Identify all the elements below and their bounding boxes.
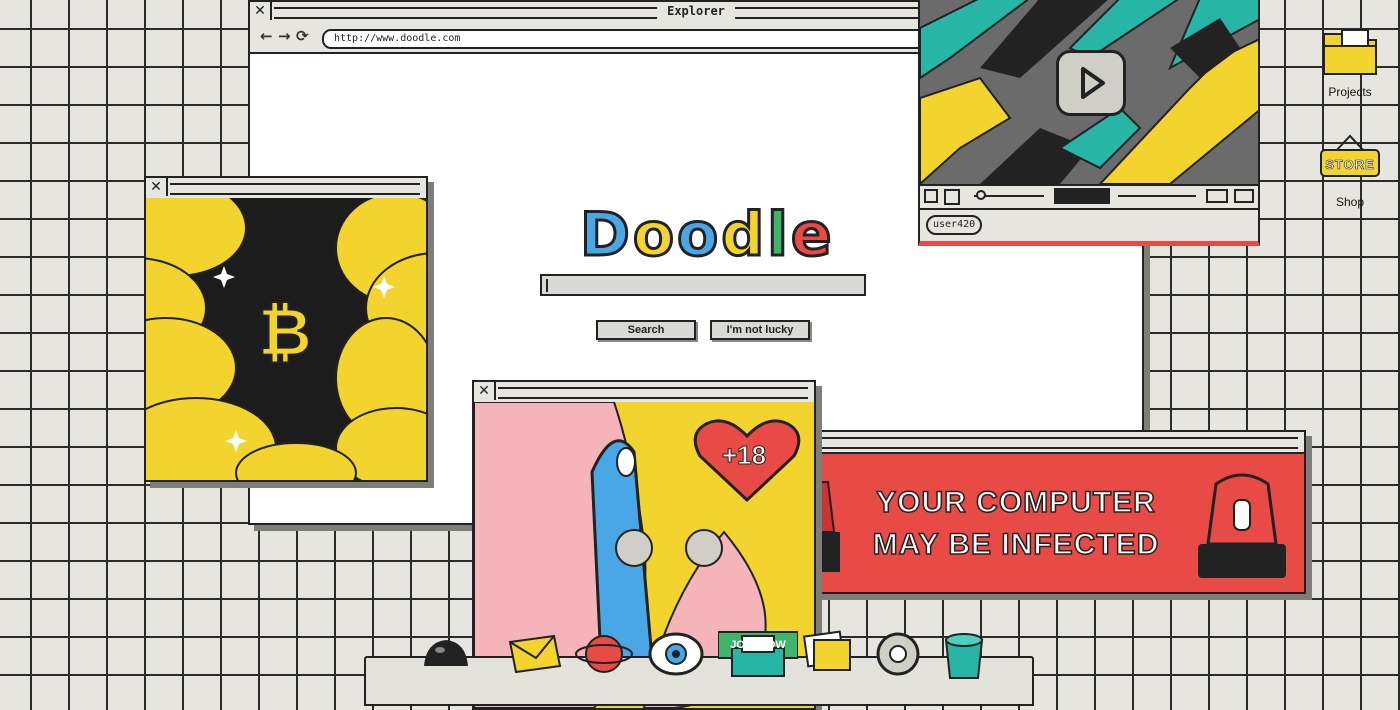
- dock-printer[interactable]: JOIN NOW: [717, 622, 799, 682]
- reload-icon[interactable]: ⟳: [296, 27, 309, 45]
- forward-arrow-icon[interactable]: →: [278, 27, 291, 45]
- projects-folder[interactable]: Projects: [1310, 26, 1390, 99]
- close-icon[interactable]: ✕: [146, 178, 168, 196]
- back-arrow-icon[interactable]: ←: [260, 27, 273, 45]
- dock-mouse[interactable]: [416, 622, 476, 682]
- bitcoin-artwork: ₿: [146, 198, 426, 480]
- search-input[interactable]: [540, 274, 866, 296]
- mouse-icon: [424, 640, 468, 666]
- alert-message: YOUR COMPUTER MAY BE INFECTED: [848, 482, 1184, 566]
- bitcoin-titlebar[interactable]: ✕: [146, 178, 426, 200]
- video-player-window: user420: [918, 0, 1260, 246]
- dock-planet[interactable]: [574, 622, 634, 682]
- dock-mail[interactable]: [504, 622, 564, 682]
- bitcoin-window: ✕ ₿: [144, 176, 428, 482]
- shop-icon-link[interactable]: STORE Shop: [1310, 132, 1390, 209]
- not-lucky-button[interactable]: I'm not lucky: [710, 320, 810, 340]
- dock-trash[interactable]: [934, 622, 994, 682]
- age-badge: +18: [721, 440, 767, 471]
- bitcoin-icon: ₿: [257, 294, 313, 371]
- address-bar[interactable]: http://www.doodle.com: [322, 29, 956, 49]
- close-icon[interactable]: ✕: [474, 382, 496, 400]
- logo-letter: D: [579, 199, 633, 272]
- alert-titlebar[interactable]: [808, 432, 1304, 452]
- play-icon: [1081, 67, 1105, 99]
- close-icon[interactable]: ✕: [250, 2, 272, 20]
- alert-line-1: YOUR COMPUTER: [875, 485, 1156, 520]
- play-button[interactable]: [1056, 50, 1126, 116]
- dock-photos[interactable]: [796, 622, 856, 682]
- logo-letter: d: [720, 199, 768, 272]
- alert-line-2: MAY BE INFECTED: [872, 527, 1160, 562]
- fullscreen-icon[interactable]: [1206, 189, 1228, 203]
- gear-icon: [876, 632, 920, 676]
- time-display: [1054, 188, 1110, 204]
- logo-letter: l: [766, 199, 791, 272]
- projects-label: Projects: [1328, 85, 1372, 99]
- pause-icon[interactable]: [924, 189, 938, 203]
- window-title: Explorer: [657, 3, 735, 19]
- logo-letter: e: [789, 199, 835, 272]
- siren-icon: [1198, 473, 1286, 578]
- settings-icon[interactable]: [1234, 189, 1254, 203]
- alert-body: YOUR COMPUTER MAY BE INFECTED: [808, 452, 1304, 592]
- doodle-logo: Doodle: [579, 199, 835, 272]
- folder-icon: [1323, 29, 1377, 75]
- logo-letter: o: [676, 199, 722, 272]
- shop-label: Shop: [1335, 195, 1365, 209]
- seek-handle[interactable]: [976, 190, 986, 200]
- photos-icon: [802, 630, 851, 671]
- username-badge: user420: [926, 215, 983, 235]
- planet-icon: [575, 635, 633, 673]
- video-screen[interactable]: [920, 0, 1258, 186]
- store-sign-text: STORE: [1325, 157, 1375, 173]
- search-button[interactable]: Search: [596, 320, 696, 340]
- stop-icon[interactable]: [944, 189, 960, 205]
- dock: JOIN NOW: [364, 630, 1034, 706]
- infected-alert-window: YOUR COMPUTER MAY BE INFECTED: [806, 430, 1306, 594]
- adult-titlebar[interactable]: ✕: [474, 382, 814, 404]
- mail-icon: [508, 634, 562, 674]
- eye-icon: [648, 632, 704, 676]
- logo-letter: o: [631, 199, 678, 272]
- dock-settings[interactable]: [868, 622, 928, 682]
- volume-slider[interactable]: [1118, 195, 1196, 197]
- dock-eye[interactable]: [646, 622, 706, 682]
- video-controls: [920, 186, 1258, 210]
- join-now-button[interactable]: JOIN NOW: [722, 636, 794, 654]
- trash-icon: [944, 633, 984, 679]
